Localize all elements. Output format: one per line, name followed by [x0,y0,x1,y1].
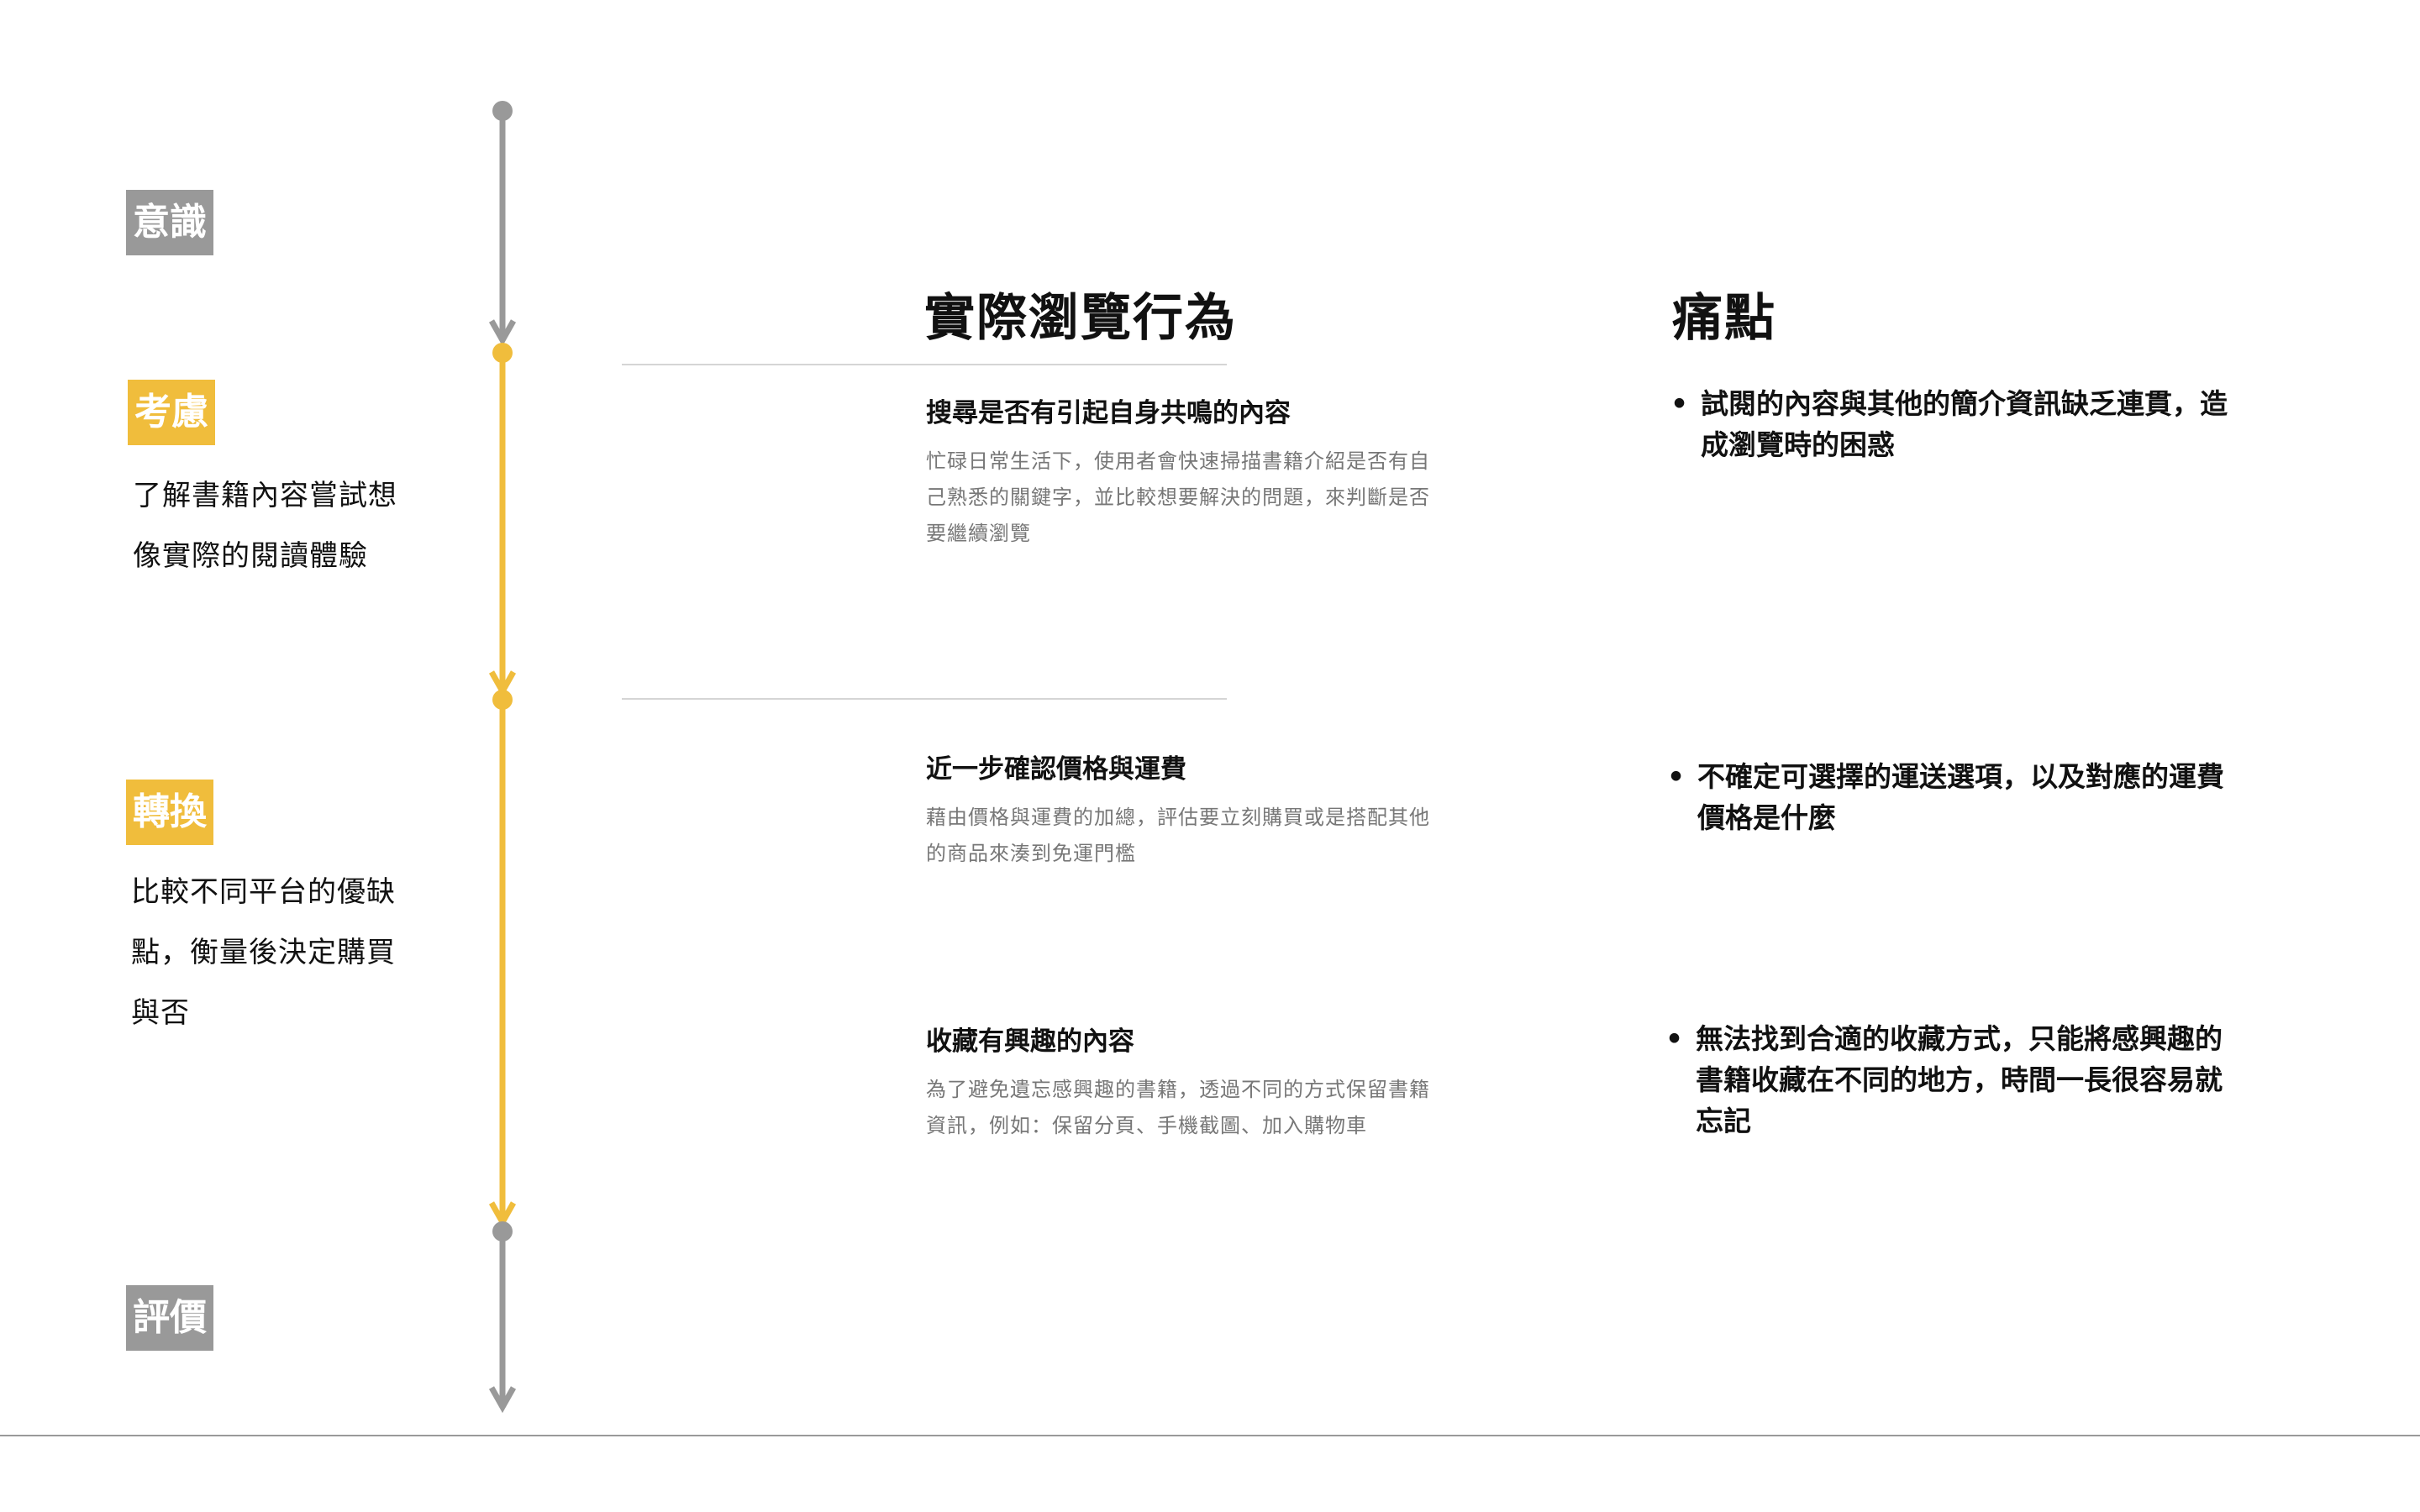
bullet-icon: • [1667,760,1686,793]
behavior-desc: 忙碌日常生活下，使用者會快速掃描書籍介紹是否有自己熟悉的關鍵字，並比較想要解決的… [926,449,1430,545]
behavior-desc: 為了避免遺忘感興趣的書籍，透過不同的方式保留書籍資訊，例如：保留分頁、手機截圖、… [926,1078,1430,1137]
stage-tag-conversion: 轉換 [126,780,213,845]
divider [622,364,1227,365]
stage-tag-awareness: 意識 [126,190,213,255]
stage-desc-line: 像實際的閱讀體驗 [133,539,368,573]
timeline-node-conversion [492,690,513,710]
pain-point: • 試閱的內容與其他的簡介資訊缺乏連貫，造成瀏覽時的困惑 [1670,383,2242,465]
stage-desc-line: 點，衡量後決定購買 [131,936,396,969]
behavior-desc: 藉由價格與運費的加總，評估要立刻購買或是搭配其他的商品來湊到免運門檻 [926,806,1430,865]
divider [622,698,1227,700]
timeline-node-consideration [492,343,513,363]
timeline-node-evaluation [492,1221,513,1242]
stage-tag-evaluation: 評價 [126,1285,213,1351]
timeline-node-start [492,101,513,121]
behavior-title: 近一步確認價格與運費 [926,754,1186,785]
behavior-item: 近一步確認價格與運費 藉由價格與運費的加總，評估要立刻購買或是搭配其他的商品來湊… [926,749,1430,872]
stage-desc-line: 了解書籍內容嘗試想 [133,479,397,512]
stage-desc-consideration: 了解書籍內容嘗試想 像實際的閱讀體驗 [133,465,397,586]
pain-point: • 無法找到合適的收藏方式，只能將感興趣的書籍收藏在不同的地方，時間一長很容易就… [1665,1018,2237,1142]
behavior-item: 搜尋是否有引起自身共鳴的內容 忙碌日常生活下，使用者會快速掃描書籍介紹是否有自己… [926,393,1430,552]
footer-divider [0,1435,2420,1436]
pain-point-text: 無法找到合適的收藏方式，只能將感興趣的書籍收藏在不同的地方，時間一長很容易就忘記 [1696,1022,2223,1137]
stage-desc-conversion: 比較不同平台的優缺 點，衡量後決定購買 與否 [131,862,396,1043]
bullet-icon: • [1670,387,1689,420]
pain-column-header: 痛點 [1672,289,1776,348]
pain-point: • 不確定可選擇的運送選項，以及對應的運費價格是什麼 [1667,756,2238,838]
stage-desc-line: 比較不同平台的優缺 [131,875,396,909]
behavior-title: 搜尋是否有引起自身共鳴的內容 [926,398,1291,428]
bullet-icon: • [1665,1022,1684,1055]
behavior-column-header: 實際瀏覽行為 [924,289,1237,348]
behavior-item: 收藏有興趣的內容 為了避免遺忘感興趣的書籍，透過不同的方式保留書籍資訊，例如：保… [926,1021,1430,1144]
stage-tag-consideration: 考慮 [128,380,215,445]
journey-map: 意識 考慮 了解書籍內容嘗試想 像實際的閱讀體驗 轉換 比較不同平台的優缺 點，… [0,0,2420,1512]
pain-point-text: 試閱的內容與其他的簡介資訊缺乏連貫，造成瀏覽時的困惑 [1701,387,2228,461]
stage-desc-line: 與否 [131,996,190,1030]
behavior-title: 收藏有興趣的內容 [926,1026,1134,1057]
pain-point-text: 不確定可選擇的運送選項，以及對應的運費價格是什麼 [1697,760,2224,834]
